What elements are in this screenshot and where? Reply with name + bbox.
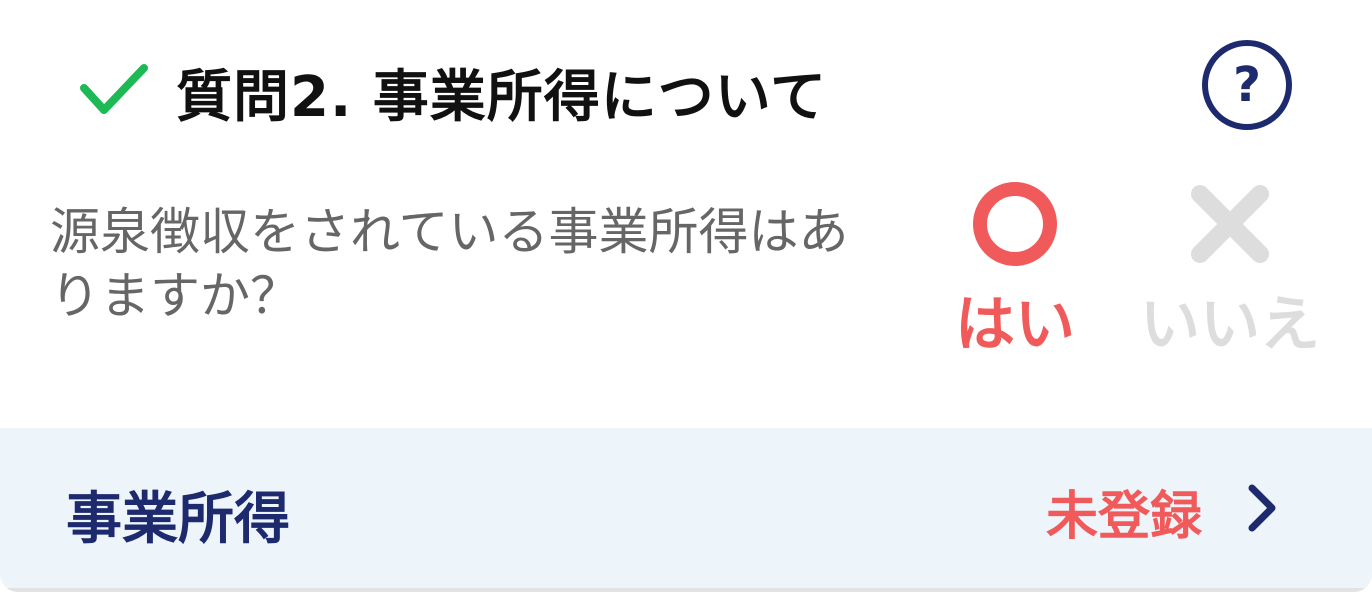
page-title: 質問2. 事業所得について [176,65,828,130]
no-button[interactable]: いいえ [1135,176,1325,360]
status-badge: 未登録 [1046,487,1203,547]
check-icon [80,64,148,114]
question-mark-icon: ? [1233,57,1261,113]
help-button[interactable]: ? [1202,40,1292,130]
yes-button[interactable]: はい [920,176,1110,360]
yes-label: はい [955,290,1075,360]
card-bottom-border [0,588,1372,592]
circle-icon [973,182,1057,266]
cross-icon [1191,185,1269,263]
no-label: いいえ [1140,290,1320,360]
question-text: 源泉徴収をされている事業所得はありますか？ [50,203,849,325]
question-card: 質問2. 事業所得について ? 源泉徴収をされている事業所得はありますか？ はい… [0,0,1372,592]
section-name: 事業所得 [66,487,290,552]
card-header: 質問2. 事業所得について ? [0,0,1372,170]
business-income-row[interactable]: 事業所得 未登録 [0,428,1372,588]
chevron-right-icon [1248,484,1276,532]
